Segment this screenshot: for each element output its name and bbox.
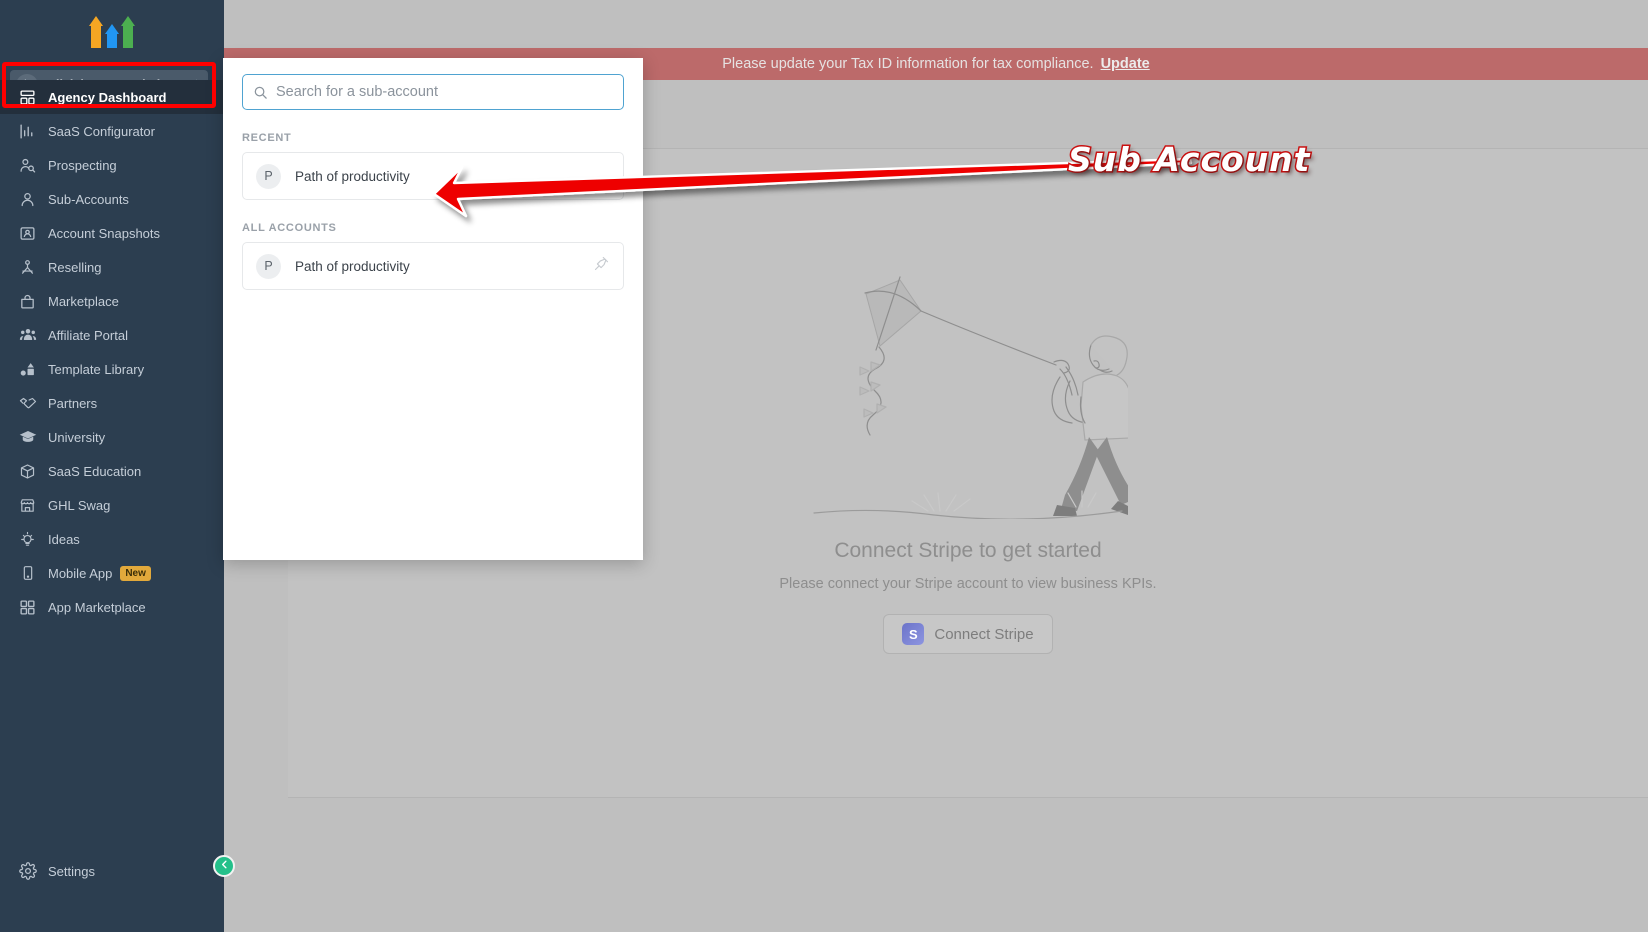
shapes-icon <box>18 360 37 379</box>
empty-state-title: Connect Stripe to get started <box>834 539 1102 562</box>
sidebar-label: GHL Swag <box>48 497 111 513</box>
recent-section-label: RECENT <box>242 132 292 144</box>
status-badge-new: New <box>120 565 151 581</box>
sidebar-label: SaaS Configurator <box>48 123 155 139</box>
gohighlevel-arrows-logo <box>89 8 135 48</box>
store-icon <box>18 496 37 515</box>
sidebar-item-agency-dashboard[interactable]: Agency Dashboard <box>0 80 224 114</box>
all-account-row[interactable]: P Path of productivity <box>242 242 624 290</box>
dashboard-icon <box>18 88 37 107</box>
screen-root: Click here to switch Agency Dashboard <box>0 0 1648 932</box>
box-icon <box>18 462 37 481</box>
search-row <box>223 58 643 110</box>
lightbulb-icon <box>18 530 37 549</box>
all-accounts-section-label: ALL ACCOUNTS <box>242 222 337 234</box>
empty-state-subtitle: Please connect your Stripe account to vi… <box>779 576 1157 592</box>
sub-account-switcher-panel: RECENT P Path of productivity ALL ACCOUN… <box>223 58 643 560</box>
sidebar-label: Account Snapshots <box>48 225 161 241</box>
sidebar-item-settings[interactable]: Settings <box>0 854 224 888</box>
sidebar-label: Sub-Accounts <box>48 191 129 207</box>
connect-stripe-button[interactable]: S Connect Stripe <box>883 614 1053 654</box>
sidebar-item-prospecting[interactable]: Prospecting <box>0 148 224 182</box>
sidebar-item-saas-education[interactable]: SaaS Education <box>0 454 224 488</box>
account-name: Path of productivity <box>295 168 410 184</box>
app-logo[interactable] <box>0 0 224 56</box>
search-icon <box>253 85 268 100</box>
sidebar-label: App Marketplace <box>48 599 146 615</box>
sidebar-item-marketplace[interactable]: Marketplace <box>0 284 224 318</box>
sidebar-nav: Agency Dashboard SaaS Configurator Prosp… <box>0 80 224 624</box>
bar-chart-icon <box>18 122 37 141</box>
banner-update-link[interactable]: Update <box>1101 56 1150 72</box>
banner-text: Please update your Tax ID information fo… <box>722 56 1094 72</box>
sidebar-label: Marketplace <box>48 293 119 309</box>
sidebar-label: Settings <box>48 863 95 879</box>
avatar: P <box>256 163 281 189</box>
sidebar-item-saas-configurator[interactable]: SaaS Configurator <box>0 114 224 148</box>
snapshot-icon <box>18 224 37 243</box>
sidebar-item-mobile-app[interactable]: Mobile App New <box>0 556 224 590</box>
sidebar-item-affiliate-portal[interactable]: Affiliate Portal <box>0 318 224 352</box>
arrow-yellow-icon <box>89 16 103 48</box>
sidebar: Click here to switch Agency Dashboard <box>0 0 235 932</box>
sidebar-item-university[interactable]: University <box>0 420 224 454</box>
connect-stripe-label: Connect Stripe <box>934 625 1034 643</box>
users-group-icon <box>18 326 37 345</box>
network-icon <box>18 258 37 277</box>
sidebar-label: Mobile App <box>48 565 113 581</box>
handshake-icon <box>18 394 37 413</box>
sidebar-item-reselling[interactable]: Reselling <box>0 250 224 284</box>
arrow-green-icon <box>121 16 135 48</box>
sidebar-collapse-button[interactable] <box>213 855 235 877</box>
sidebar-label: SaaS Education <box>48 463 142 479</box>
mobile-icon <box>18 564 37 583</box>
grid-icon <box>18 598 37 617</box>
sidebar-label: Partners <box>48 395 98 411</box>
sidebar-item-ghl-swag[interactable]: GHL Swag <box>0 488 224 522</box>
recent-account-row[interactable]: P Path of productivity <box>242 152 624 200</box>
sidebar-label: Affiliate Portal <box>48 327 128 343</box>
sidebar-item-account-snapshots[interactable]: Account Snapshots <box>0 216 224 250</box>
search-input[interactable] <box>276 84 613 100</box>
sidebar-label: University <box>48 429 106 445</box>
bag-icon <box>18 292 37 311</box>
gear-icon <box>18 862 37 881</box>
avatar: P <box>256 253 281 279</box>
stripe-logo-icon: S <box>902 623 925 645</box>
pin-icon[interactable] <box>593 255 610 277</box>
sidebar-item-ideas[interactable]: Ideas <box>0 522 224 556</box>
person-flying-kite-illustration <box>813 276 1128 519</box>
account-name: Path of productivity <box>295 258 410 274</box>
sidebar-label: Ideas <box>48 531 80 547</box>
sidebar-label: Reselling <box>48 259 102 275</box>
sidebar-item-template-library[interactable]: Template Library <box>0 352 224 386</box>
sidebar-item-partners[interactable]: Partners <box>0 386 224 420</box>
chevron-left-icon <box>219 859 230 873</box>
sidebar-label: Template Library <box>48 361 145 377</box>
sidebar-item-app-marketplace[interactable]: App Marketplace <box>0 590 224 624</box>
sidebar-label: Prospecting <box>48 157 117 173</box>
search-box[interactable] <box>242 74 624 110</box>
user-icon <box>18 190 37 209</box>
sidebar-item-sub-accounts[interactable]: Sub-Accounts <box>0 182 224 216</box>
sidebar-label: Agency Dashboard <box>48 89 167 105</box>
arrow-blue-icon <box>105 24 119 48</box>
user-search-icon <box>18 156 37 175</box>
graduation-cap-icon <box>18 428 37 447</box>
